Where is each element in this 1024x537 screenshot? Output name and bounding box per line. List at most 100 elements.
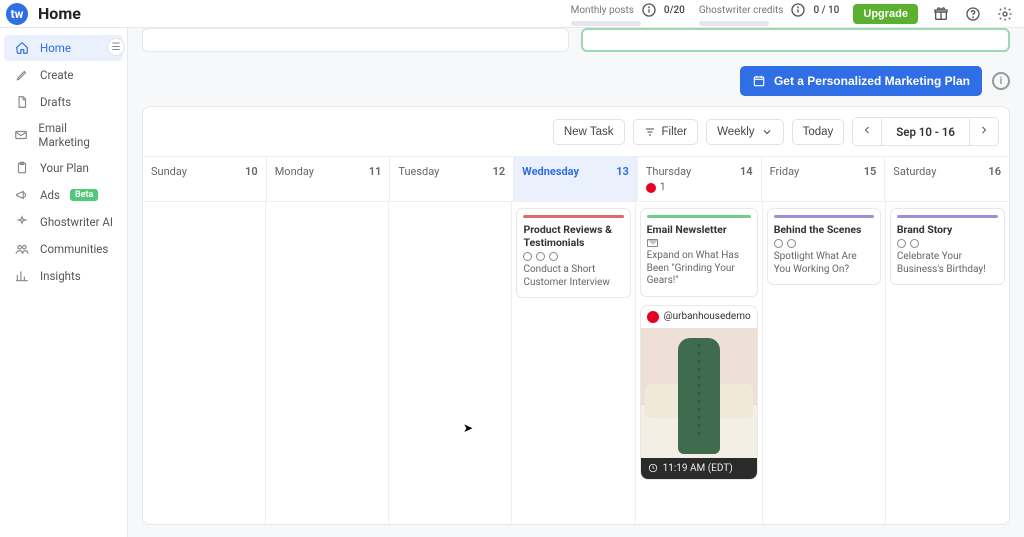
card-icons	[897, 239, 998, 248]
sparkle-icon	[14, 214, 30, 230]
home-icon	[14, 40, 30, 56]
mail-icon	[14, 127, 28, 143]
sidebar-item-home[interactable]: Home ☰	[4, 35, 123, 61]
metric-count: 0/20	[664, 5, 685, 16]
instagram-icon	[787, 239, 796, 248]
people-icon	[14, 241, 30, 257]
view-select[interactable]: Weekly	[706, 119, 784, 145]
plan-bar: Get a Personalized Marketing Plan i	[142, 66, 1010, 96]
day-col-monday[interactable]	[266, 202, 389, 524]
sidebar-item-label: Email Marketing	[38, 121, 113, 149]
main: Get a Personalized Marketing Plan i New …	[128, 28, 1024, 537]
info-icon[interactable]	[789, 1, 807, 19]
page-title: Home	[38, 4, 81, 23]
metric-ghostwriter-credits: Ghostwriter credits 0 / 10	[699, 1, 840, 26]
info-icon[interactable]	[640, 1, 658, 19]
chevron-left-icon	[861, 124, 873, 136]
card-description: Celebrate Your Business's Birthday!	[897, 251, 998, 276]
day-name: Tuesday	[398, 165, 439, 178]
filter-label: Filter	[662, 126, 688, 138]
day-name: Saturday	[893, 165, 936, 178]
date-nav: Sep 10 - 16	[852, 117, 999, 146]
clipboard-icon	[14, 160, 30, 176]
day-name: Friday	[770, 165, 800, 178]
day-number: 16	[988, 165, 1001, 178]
clock-icon	[648, 463, 658, 473]
sidebar-item-label: Home	[40, 41, 71, 55]
topbar: tw Home Monthly posts 0/20 Ghostwriter c…	[0, 0, 1024, 28]
post-time-label: 11:19 AM (EDT)	[663, 463, 733, 474]
day-head-thursday: Thursday 1 14	[638, 157, 762, 201]
card-accent	[774, 215, 874, 218]
content-prompt-card[interactable]: Behind the Scenes Spotlight What Are You…	[767, 208, 881, 285]
next-week-button[interactable]	[970, 118, 998, 145]
filter-icon	[644, 126, 656, 138]
card-icons	[774, 239, 874, 248]
day-name: Wednesday	[522, 165, 579, 178]
banner-card-right[interactable]	[581, 28, 1010, 52]
sidebar-item-your-plan[interactable]: Your Plan	[4, 155, 123, 181]
day-col-sunday[interactable]	[143, 202, 266, 524]
sidebar-item-ads[interactable]: Ads Beta	[4, 182, 123, 208]
sidebar-item-ghostwriter-ai[interactable]: Ghostwriter AI	[4, 209, 123, 235]
day-number: 13	[616, 165, 629, 178]
sidebar-item-label: Ghostwriter AI	[40, 215, 113, 229]
day-col-saturday[interactable]: Brand Story Celebrate Your Business's Bi…	[886, 202, 1009, 524]
sidebar-item-email-marketing[interactable]: Email Marketing	[4, 116, 123, 154]
instagram-icon	[897, 239, 906, 248]
chart-icon	[14, 268, 30, 284]
day-number: 14	[740, 165, 753, 178]
scheduled-post-card[interactable]: @urbanhousedemo 11:19 AM (EDT)	[640, 305, 758, 480]
view-label: Weekly	[717, 126, 755, 138]
day-head-sunday: Sunday 10	[143, 157, 267, 201]
day-number: 12	[493, 165, 506, 178]
card-title: Behind the Scenes	[774, 223, 874, 236]
content-prompt-card[interactable]: Email Newsletter Expand on What Has Been…	[640, 208, 758, 297]
sidebar-item-insights[interactable]: Insights	[4, 263, 123, 289]
help-icon[interactable]	[964, 5, 982, 23]
content-prompt-card[interactable]: Brand Story Celebrate Your Business's Bi…	[890, 208, 1005, 285]
content-prompt-card[interactable]: Product Reviews & Testimonials Conduct a…	[516, 208, 630, 298]
filter-button[interactable]: Filter	[633, 119, 699, 145]
day-number: 11	[369, 165, 382, 178]
day-name: Thursday	[646, 165, 691, 178]
sidebar-item-communities[interactable]: Communities	[4, 236, 123, 262]
sidebar-item-label: Your Plan	[40, 161, 89, 175]
day-head-wednesday: Wednesday 13	[514, 157, 638, 201]
upgrade-button[interactable]: Upgrade	[853, 4, 918, 24]
info-icon[interactable]: i	[992, 72, 1010, 90]
collapse-sidebar-icon[interactable]: ☰	[107, 38, 125, 56]
prev-week-button[interactable]	[853, 118, 881, 145]
banner-card-left[interactable]	[142, 28, 569, 52]
sidebar-item-label: Create	[40, 68, 74, 82]
chevron-right-icon	[978, 124, 990, 136]
day-number: 15	[864, 165, 877, 178]
today-button[interactable]: Today	[792, 119, 845, 145]
calendar: New Task Filter Weekly Today Sep 10 - 16	[142, 106, 1010, 525]
day-col-friday[interactable]: Behind the Scenes Spotlight What Are You…	[763, 202, 886, 524]
day-col-wednesday[interactable]: Product Reviews & Testimonials Conduct a…	[512, 202, 635, 524]
facebook-icon	[774, 239, 783, 248]
card-accent	[647, 215, 751, 218]
post-handle: @urbanhousedemo	[664, 311, 751, 322]
get-marketing-plan-button[interactable]: Get a Personalized Marketing Plan	[740, 66, 982, 96]
metric-monthly-posts: Monthly posts 0/20	[571, 1, 685, 26]
new-task-button[interactable]: New Task	[553, 119, 625, 145]
app-logo: tw	[6, 3, 28, 25]
sidebar-item-create[interactable]: Create	[4, 62, 123, 88]
pinterest-icon	[647, 311, 659, 323]
card-description: Conduct a Short Customer Interview	[523, 264, 623, 289]
sidebar-item-label: Insights	[40, 269, 81, 283]
sidebar-item-drafts[interactable]: Drafts	[4, 89, 123, 115]
mail-icon	[647, 239, 658, 247]
day-col-tuesday[interactable]	[389, 202, 512, 524]
gift-icon[interactable]	[932, 5, 950, 23]
day-col-thursday[interactable]: Email Newsletter Expand on What Has Been…	[636, 202, 763, 524]
card-description: Expand on What Has Been "Grinding Your G…	[647, 250, 751, 288]
gear-icon[interactable]	[996, 5, 1014, 23]
card-icons	[523, 252, 623, 261]
megaphone-icon	[14, 187, 30, 203]
metric-bar	[699, 21, 769, 26]
day-head-saturday: Saturday 16	[885, 157, 1009, 201]
metric-count: 0 / 10	[813, 5, 839, 16]
